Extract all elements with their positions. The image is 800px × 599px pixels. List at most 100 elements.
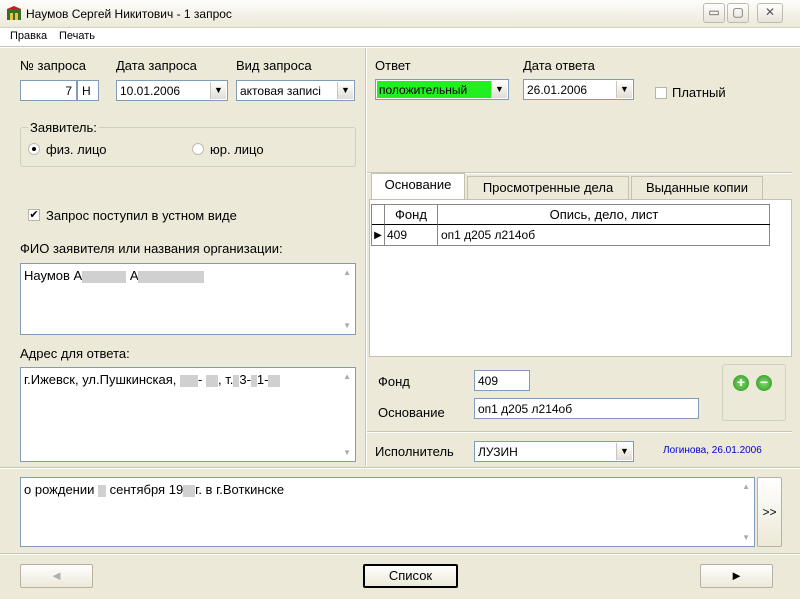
add-remove-group [722, 364, 786, 421]
remove-icon[interactable]: − [756, 375, 772, 391]
request-number-suffix-value: Н [82, 84, 91, 98]
basis-input[interactable]: оп1 д205 л214об [474, 398, 699, 419]
answer-label: Ответ [375, 58, 411, 73]
redacted-block [205, 374, 218, 387]
request-text-value: о рождении сентября 19 г. в г.Воткинске [24, 482, 284, 497]
request-number-input[interactable]: 7 [20, 80, 77, 101]
tab-viewed-cases-label: Просмотренные дела [482, 180, 614, 195]
address-dash: - [198, 372, 203, 387]
redacted-block [82, 270, 127, 283]
answer-date-label: Дата ответа [523, 58, 595, 73]
app-icon [7, 6, 21, 20]
redacted-block [183, 484, 196, 497]
redacted-block [98, 484, 106, 497]
basis-grid[interactable]: Фонд Опись, дело, лист ▶ 409 оп1 д205 л2… [371, 204, 770, 246]
answer-select[interactable]: положительный ▼ [375, 79, 509, 100]
fond-label: Фонд [378, 374, 410, 389]
add-icon[interactable]: + [733, 375, 749, 391]
scroll-down-icon[interactable]: ▼ [343, 321, 351, 330]
oral-request-checkbox[interactable]: ✔ [28, 209, 40, 221]
tab-basis[interactable]: Основание [371, 173, 465, 199]
request-number-suffix[interactable]: Н [77, 80, 99, 101]
tab-issued-copies-label: Выданные копии [645, 180, 748, 195]
request-type-select[interactable]: актовая записі ▼ [236, 80, 355, 101]
scroll-down-icon[interactable]: ▼ [343, 448, 351, 457]
answer-date-picker[interactable]: 26.01.2006 ▼ [523, 79, 634, 100]
next-icon: ► [730, 568, 743, 583]
paid-checkbox[interactable] [655, 87, 667, 99]
menu-print[interactable]: Печать [59, 30, 95, 42]
fond-value: 409 [478, 374, 499, 388]
tab-issued-copies[interactable]: Выданные копии [631, 176, 763, 199]
fond-input[interactable]: 409 [474, 370, 530, 391]
list-button[interactable]: Список [363, 564, 458, 588]
request-type-value: актовая записі [240, 84, 321, 98]
request-text-suffix: г. в г.Воткинске [195, 482, 285, 497]
menu-bar: Правка Печать [0, 28, 800, 46]
applicant-name-label: ФИО заявителя или названия организации: [20, 241, 283, 256]
prev-button[interactable]: ◄ [20, 564, 93, 588]
paid-label[interactable]: Платный [672, 85, 726, 100]
applicant-name-value: Наумов А А [24, 268, 205, 283]
redacted-block [268, 374, 281, 387]
title-bar[interactable]: Наумов Сергей Никитович - 1 запрос ▭ ▢ ✕ [0, 0, 800, 28]
request-date-value: 10.01.2006 [120, 84, 181, 98]
address-value: г.Ижевск, ул.Пушкинская, - , т. 3- 1- [24, 372, 281, 387]
applicant-name-mid: А [129, 268, 139, 283]
panel-divider [365, 48, 367, 466]
executor-label: Исполнитель [375, 444, 454, 459]
basis-label: Основание [378, 405, 445, 420]
scroll-down-icon[interactable]: ▼ [742, 533, 750, 542]
menu-separator [0, 46, 800, 48]
executor-separator [367, 431, 792, 433]
scroll-up-icon[interactable]: ▲ [343, 268, 351, 277]
maximize-button[interactable]: ▢ [727, 3, 749, 23]
next-button[interactable]: ► [700, 564, 773, 588]
chevron-down-icon[interactable]: ▼ [616, 81, 632, 98]
address-3: 3- [239, 372, 251, 387]
address-textarea[interactable]: г.Ижевск, ул.Пушкинская, - , т. 3- 1- ▲ ▼ [20, 367, 356, 462]
minimize-button[interactable]: ▭ [703, 3, 725, 23]
applicant-group-label: Заявитель: [28, 120, 99, 135]
applicant-name-prefix: Наумов А [24, 268, 83, 283]
expand-button[interactable]: >> [757, 477, 782, 547]
grid-col-fond[interactable]: Фонд [385, 205, 438, 225]
chevron-down-icon[interactable]: ▼ [616, 443, 632, 460]
address-label: Адрес для ответа: [20, 346, 130, 361]
request-text-prefix: о рождении [24, 482, 95, 497]
radio-organization[interactable] [192, 143, 204, 155]
answer-value: положительный [377, 81, 491, 98]
scroll-up-icon[interactable]: ▲ [742, 482, 750, 491]
answer-date-value: 26.01.2006 [527, 83, 588, 97]
footer-separator [0, 553, 800, 555]
request-date-picker[interactable]: 10.01.2006 ▼ [116, 80, 228, 101]
list-button-label: Список [388, 568, 433, 583]
menu-edit[interactable]: Правка [10, 30, 47, 42]
radio-person[interactable] [28, 143, 40, 155]
address-t: , т. [217, 372, 234, 387]
close-icon: ✕ [764, 5, 776, 19]
chevron-down-icon[interactable]: ▼ [210, 82, 226, 99]
request-text-mid: сентября 19 [109, 482, 184, 497]
basis-value: оп1 д205 л214об [478, 402, 573, 416]
applicant-name-textarea[interactable]: Наумов А А ▲ ▼ [20, 263, 356, 335]
grid-col-detail[interactable]: Опись, дело, лист [438, 205, 770, 225]
grid-corner [372, 205, 385, 225]
chevron-down-icon[interactable]: ▼ [337, 82, 353, 99]
window-title: Наумов Сергей Никитович - 1 запрос [26, 7, 232, 21]
radio-organization-label[interactable]: юр. лицо [210, 142, 264, 157]
close-button[interactable]: ✕ [757, 3, 783, 23]
executor-value: ЛУЗИН [478, 445, 518, 459]
tab-viewed-cases[interactable]: Просмотренные дела [467, 176, 629, 199]
request-number-value: 7 [65, 84, 72, 98]
request-text-area[interactable]: о рождении сентября 19 г. в г.Воткинске ▲… [20, 477, 755, 547]
prev-icon: ◄ [50, 568, 63, 583]
grid-cell-fond[interactable]: 409 [385, 225, 438, 246]
oral-request-label[interactable]: Запрос поступил в устном виде [46, 208, 237, 223]
executor-select[interactable]: ЛУЗИН ▼ [474, 441, 634, 462]
redacted-block [180, 374, 199, 387]
scroll-up-icon[interactable]: ▲ [343, 372, 351, 381]
radio-person-label[interactable]: физ. лицо [46, 142, 107, 157]
chevron-down-icon[interactable]: ▼ [491, 81, 507, 98]
grid-cell-detail[interactable]: оп1 д205 л214об [438, 225, 770, 246]
